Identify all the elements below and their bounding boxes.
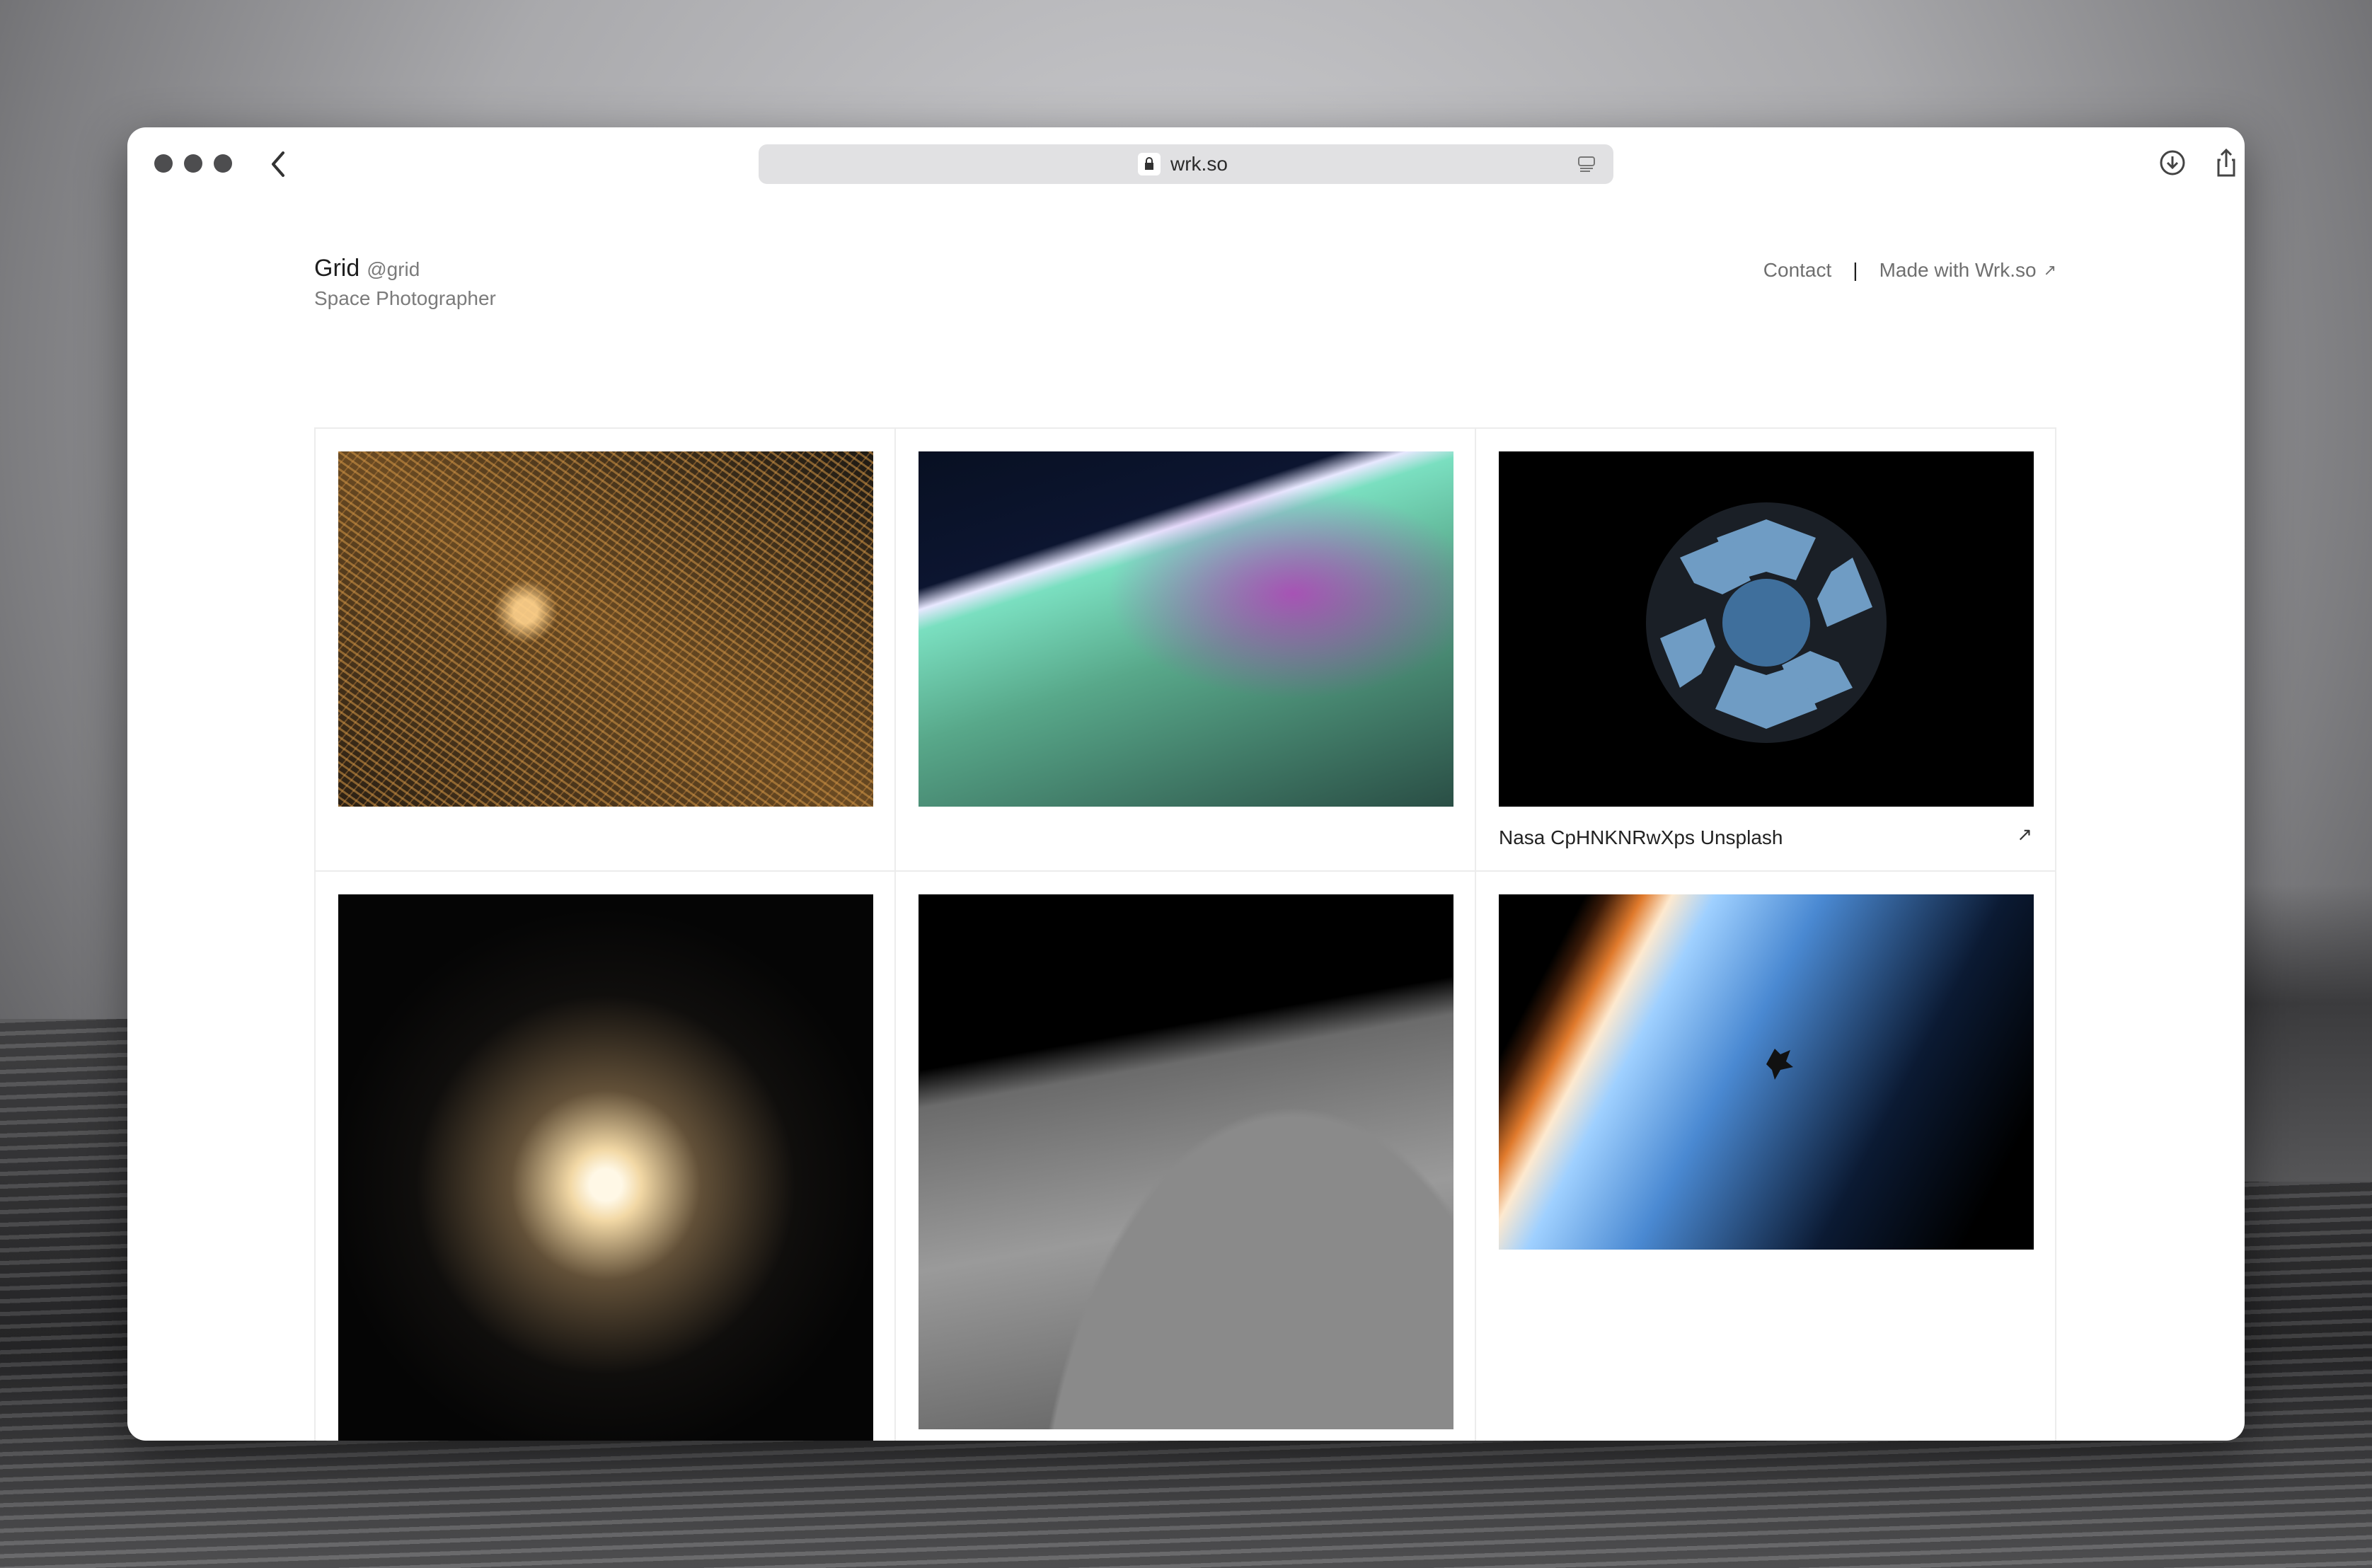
- star-cluster-photo[interactable]: [338, 894, 873, 1441]
- browser-window: wrk.so Grid @grid Space Photographer Cont…: [127, 127, 2245, 1441]
- gallery-item-2[interactable]: [896, 429, 1476, 872]
- gallery-item-1[interactable]: [316, 429, 896, 872]
- profile-name[interactable]: Grid: [314, 255, 359, 282]
- download-icon[interactable]: [2157, 147, 2188, 178]
- gallery-item-6[interactable]: [1476, 872, 2056, 1441]
- gallery-grid: Nasa CpHNKNRwXps Unsplash ↗: [314, 427, 2056, 1441]
- cupola-photo[interactable]: [1499, 451, 2034, 807]
- address-bar[interactable]: wrk.so: [759, 144, 1613, 184]
- window-controls: [154, 154, 232, 173]
- profile-handle: @grid: [367, 258, 420, 280]
- gallery-item-4[interactable]: [316, 872, 896, 1441]
- background-shore: [2230, 884, 2372, 1182]
- profile-role: Space Photographer: [314, 287, 496, 309]
- reader-icon[interactable]: [1575, 153, 1598, 175]
- chevron-left-icon[interactable]: [267, 150, 289, 178]
- url-text: wrk.so: [1170, 153, 1228, 175]
- external-arrow-icon: ↗: [2043, 261, 2056, 279]
- aurora-photo[interactable]: [919, 451, 1453, 807]
- minimize-dot[interactable]: [184, 154, 202, 173]
- profile-header: Grid @grid: [314, 255, 420, 282]
- photo-caption: Nasa CpHNKNRwXps Unsplash: [1499, 826, 1783, 848]
- share-icon[interactable]: [2211, 147, 2242, 178]
- top-nav: Contact | Made with Wrk.so ↗: [1763, 259, 2056, 282]
- external-link-icon[interactable]: ↗: [2017, 824, 2032, 846]
- shuttle-horizon-photo[interactable]: [1499, 894, 2034, 1250]
- contact-link[interactable]: Contact: [1763, 259, 1832, 282]
- gallery-item-3[interactable]: Nasa CpHNKNRwXps Unsplash ↗: [1476, 429, 2056, 872]
- city-lights-photo[interactable]: [338, 451, 873, 807]
- zoom-dot[interactable]: [214, 154, 232, 173]
- browser-toolbar: wrk.so: [127, 127, 2245, 212]
- made-with-link[interactable]: Made with Wrk.so: [1879, 259, 2037, 282]
- nav-separator: |: [1853, 259, 1858, 281]
- lock-icon: [1138, 153, 1161, 175]
- close-dot[interactable]: [154, 154, 173, 173]
- gallery-item-5[interactable]: [896, 872, 1476, 1441]
- moon-surface-photo[interactable]: [919, 894, 1453, 1429]
